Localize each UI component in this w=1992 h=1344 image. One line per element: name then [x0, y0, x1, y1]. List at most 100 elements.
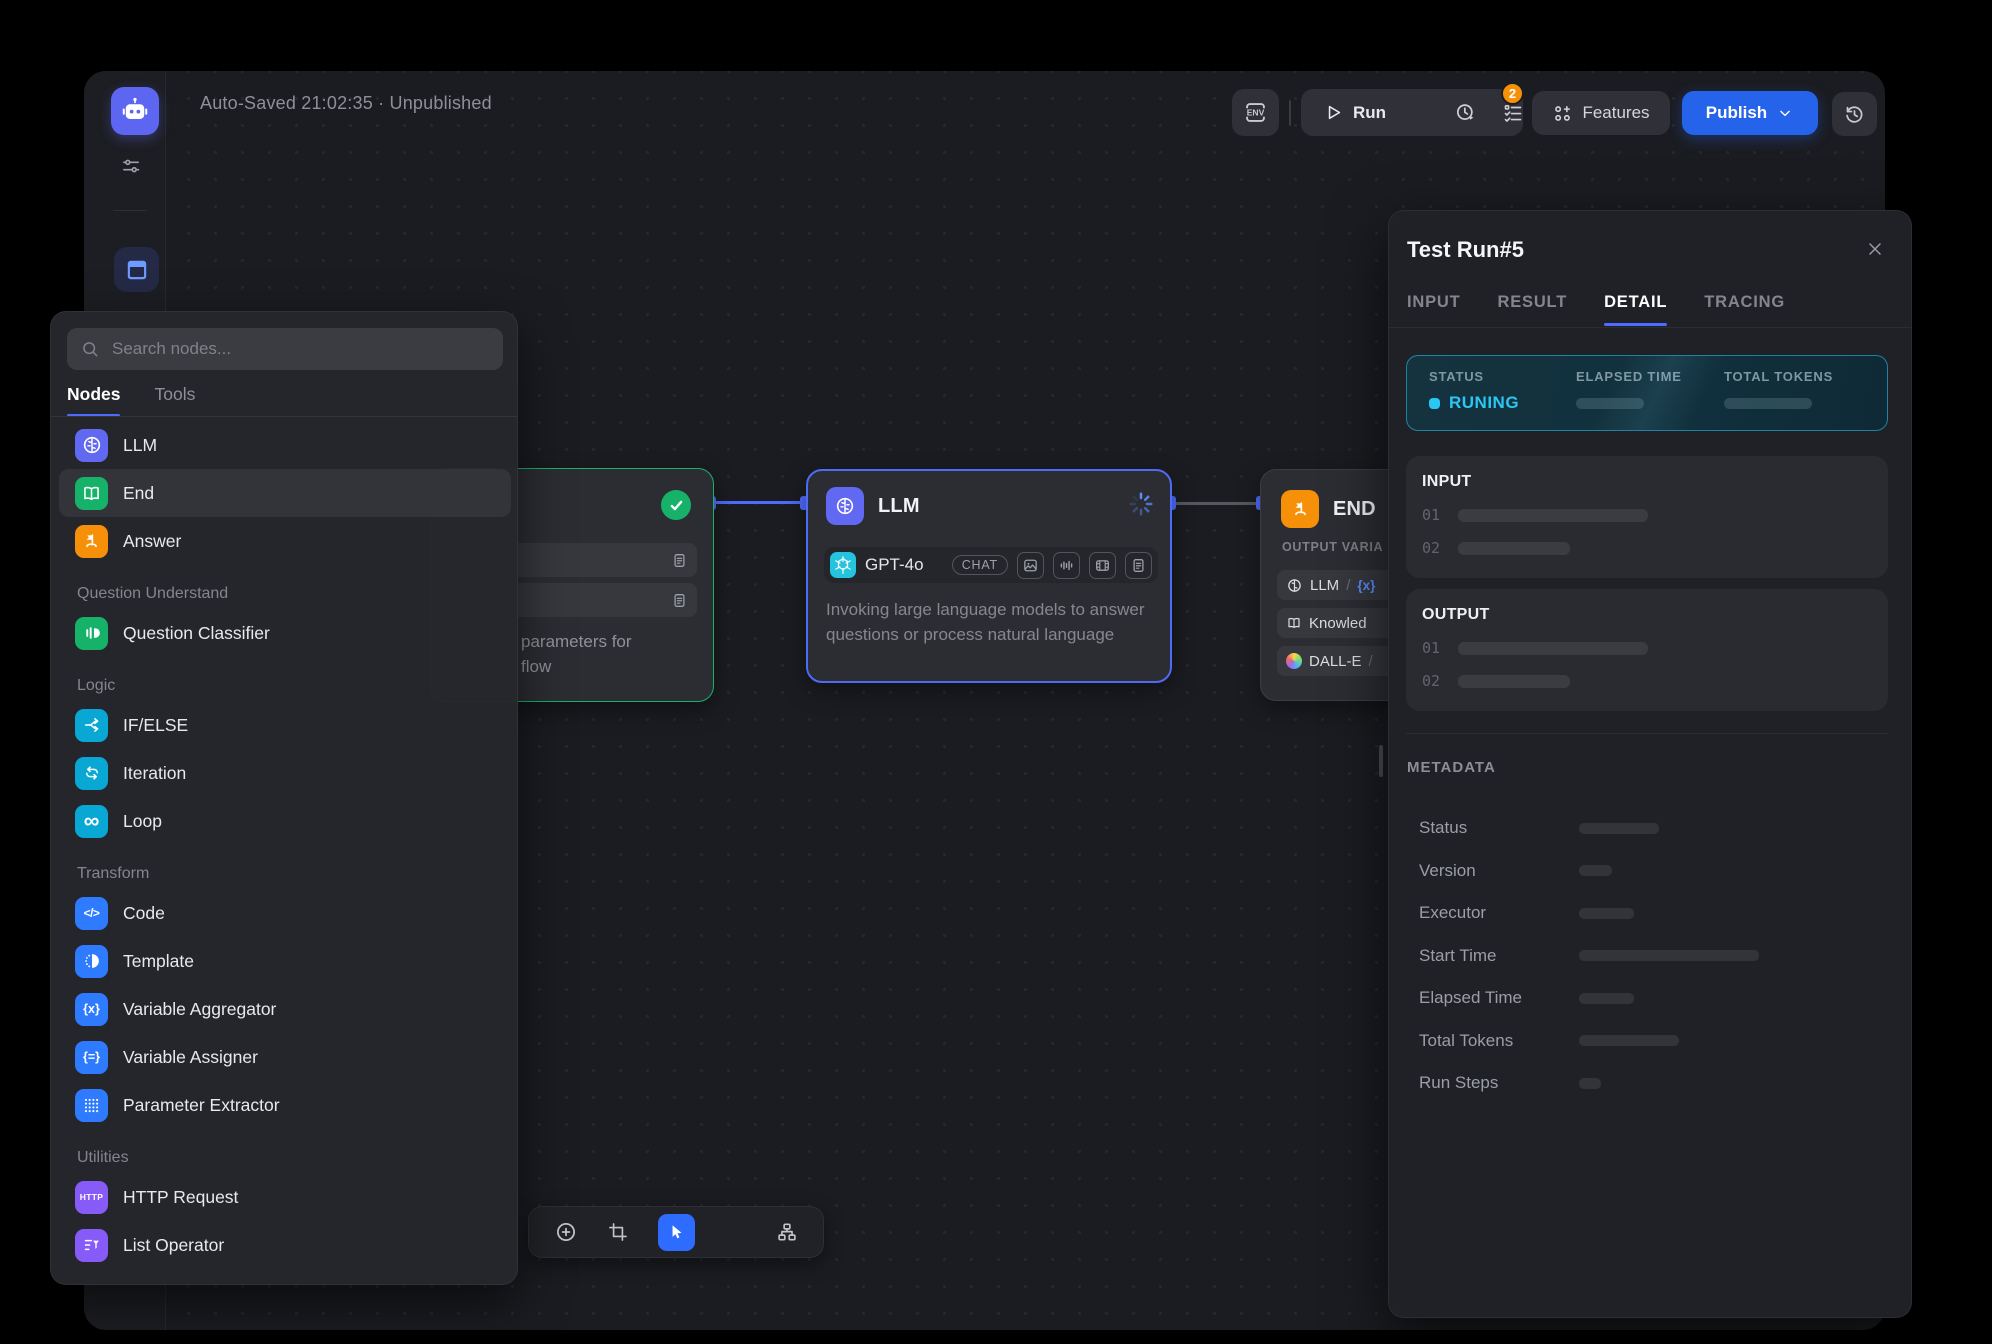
node-item-code[interactable]: </>Code [59, 889, 511, 937]
node-panel-tabs: Nodes Tools [67, 384, 195, 417]
node-item-label: Iteration [123, 763, 186, 784]
input-title: INPUT [1422, 473, 1872, 491]
chip-label: Knowled [1309, 615, 1367, 632]
metadata-row: Run Steps [1419, 1062, 1879, 1105]
tab-nodes[interactable]: Nodes [67, 384, 120, 417]
node-item-answer[interactable]: Answer [59, 517, 511, 565]
node-item-loop[interactable]: ∞ Loop [59, 797, 511, 845]
llm-node[interactable]: LLM GPT-4o CHAT [806, 469, 1172, 683]
openai-icon [830, 552, 856, 578]
node-item-iteration[interactable]: Iteration [59, 749, 511, 797]
add-note-button[interactable] [607, 1221, 629, 1243]
value-skeleton [1458, 542, 1570, 555]
metadata-title: METADATA [1407, 759, 1496, 776]
run-history-icon[interactable] [1454, 101, 1477, 124]
llm-node-icon [826, 487, 864, 525]
running-spinner-icon [1128, 491, 1154, 517]
var-eq-icon: {=} [75, 1041, 108, 1074]
publish-label: Publish [1706, 103, 1767, 123]
node-item-label: IF/ELSE [123, 715, 188, 736]
start-node-description-line: flow [521, 654, 632, 679]
close-icon [1865, 239, 1885, 259]
env-button[interactable]: ENV [1232, 89, 1279, 136]
node-item-template[interactable]: Template [59, 937, 511, 985]
play-icon[interactable] [1323, 102, 1344, 123]
llm-model-selector[interactable]: GPT-4o CHAT [824, 547, 1158, 583]
video-capability-icon [1089, 552, 1116, 579]
publish-button[interactable]: Publish [1682, 91, 1818, 135]
node-item-variable-aggregator[interactable]: {x}Variable Aggregator [59, 985, 511, 1033]
audio-icon [1058, 557, 1075, 574]
close-button[interactable] [1863, 237, 1887, 261]
row-index: 01 [1422, 639, 1440, 657]
node-item-variable-assigner[interactable]: {=} Variable Assigner [59, 1033, 511, 1081]
tab-tools[interactable]: Tools [154, 384, 195, 417]
workflow-settings-icon[interactable] [120, 155, 142, 177]
version-history-button[interactable] [1832, 92, 1877, 136]
llm-node-title: LLM [878, 495, 920, 518]
output-title: OUTPUT [1422, 606, 1872, 624]
chip-separator: / [1369, 653, 1373, 670]
features-button[interactable]: Features [1532, 91, 1670, 135]
node-item-label: Loop [123, 811, 162, 832]
document-icon [671, 552, 688, 569]
image-icon [1022, 557, 1039, 574]
node-item-label: Variable Assigner [123, 1047, 258, 1068]
run-button[interactable]: Run [1353, 103, 1386, 123]
node-item-label: List Operator [123, 1235, 224, 1256]
row-index: 02 [1422, 672, 1440, 690]
tab-tracing[interactable]: TRACING [1704, 293, 1785, 326]
total-tokens-label: TOTAL TOKENS [1724, 369, 1833, 384]
robot-icon [120, 96, 150, 126]
start-node-description-line: parameters for [521, 629, 632, 654]
hand-mode-button[interactable] [725, 1221, 747, 1243]
node-item-list-operator[interactable]: List Operator [59, 1221, 511, 1269]
tabs-divider [1389, 327, 1911, 328]
tab-input[interactable]: INPUT [1407, 293, 1461, 326]
toolbar-separator [1289, 100, 1291, 126]
flag-icon [75, 525, 108, 558]
value-skeleton [1458, 642, 1648, 655]
metadata-label: Run Steps [1419, 1073, 1579, 1093]
cycle-icon [75, 757, 108, 790]
output-card: OUTPUT 01 02 [1406, 589, 1888, 711]
node-item-llm[interactable]: LLM [59, 421, 511, 469]
node-item-label: LLM [123, 435, 157, 456]
metadata-label: Total Tokens [1419, 1031, 1579, 1051]
node-item-end[interactable]: End [59, 469, 511, 517]
search-input[interactable] [110, 338, 490, 360]
tab-result[interactable]: RESULT [1498, 293, 1568, 326]
svg-text:ENV: ENV [1247, 108, 1265, 118]
chip-label: DALL-E [1309, 653, 1362, 670]
template-icon [75, 945, 108, 978]
node-item-label: Question Classifier [123, 623, 270, 644]
metadata-value-skeleton [1579, 1078, 1601, 1089]
add-node-button[interactable] [554, 1220, 578, 1244]
http-icon: HTTP [75, 1181, 108, 1214]
cursor-icon [667, 1223, 686, 1242]
panel-resize-handle[interactable] [1379, 745, 1383, 777]
success-check-badge [661, 490, 691, 520]
pointer-mode-button[interactable] [658, 1214, 695, 1251]
input-card: INPUT 0102 [1406, 456, 1888, 578]
node-item-question-classifier[interactable]: Question Classifier [59, 609, 511, 657]
node-item-if-else[interactable]: IF/ELSE [59, 701, 511, 749]
start-node-description: parameters forflow [521, 629, 632, 679]
model-name: GPT-4o [865, 555, 924, 575]
row-index: 01 [1422, 506, 1440, 524]
value-skeleton [1458, 675, 1570, 688]
brain-icon [834, 495, 856, 517]
tab-detail[interactable]: DETAIL [1604, 293, 1667, 326]
node-item-parameter-extractor[interactable]: Parameter Extractor [59, 1081, 511, 1129]
node-item-http-request[interactable]: HTTPHTTP Request [59, 1173, 511, 1221]
toolbar-divider [113, 210, 147, 211]
infinity-icon: ∞ [75, 805, 108, 838]
app-logo-robot-icon[interactable] [111, 87, 159, 135]
metadata-row: Elapsed Time [1419, 977, 1879, 1020]
organize-layout-button[interactable] [776, 1221, 798, 1243]
metadata-rows: StatusVersionExecutorStart TimeElapsed T… [1419, 807, 1879, 1105]
preview-window-button[interactable] [114, 247, 159, 292]
env-icon: ENV [1242, 99, 1269, 126]
search-icon [80, 339, 100, 359]
autosave-status: Auto-Saved 21:02:35 · Unpublished [200, 93, 492, 114]
